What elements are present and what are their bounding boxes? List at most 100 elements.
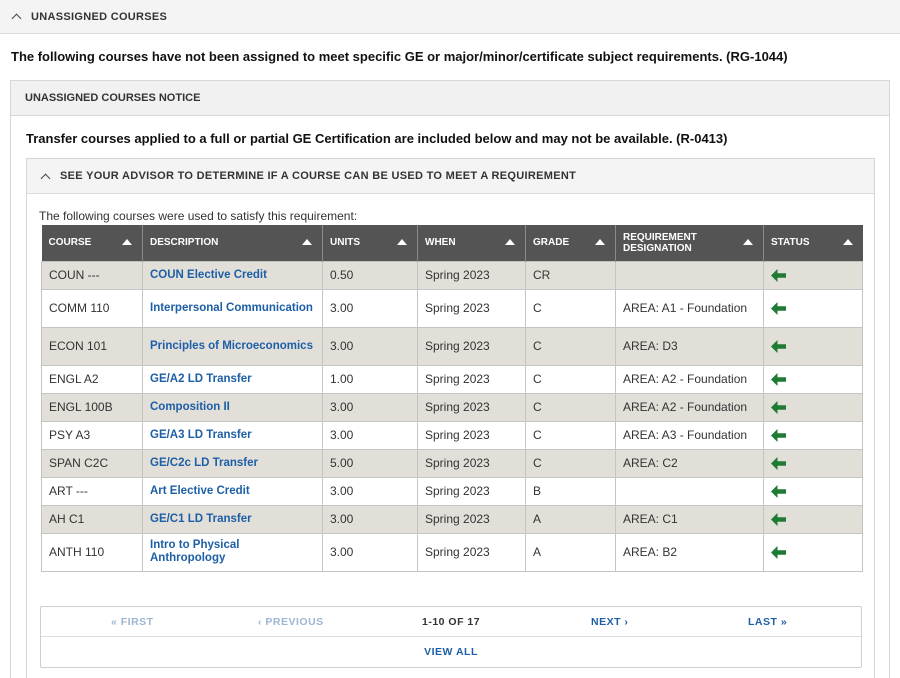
sort-ascending-icon (842, 239, 853, 245)
table-row: ECON 101 Principles of Microeconomics 3.00… (41, 326, 863, 366)
course-cell: AH C1 (41, 504, 143, 534)
requirement-cell (615, 260, 764, 290)
sort-ascending-icon (743, 239, 753, 245)
requirement-cell: AREA: B2 (615, 532, 764, 572)
section-title: UNASSIGNED COURSES (31, 10, 168, 23)
column-header-grade[interactable]: GRADE (525, 225, 616, 261)
course-cell: ECON 101 (41, 326, 143, 366)
table-row: ANTH 110 Intro to Physical Anthropology 3.… (41, 532, 863, 572)
grade-cell: A (525, 504, 616, 534)
status-cell (763, 288, 863, 328)
requirement-cell (615, 476, 764, 506)
when-cell: Spring 2023 (417, 532, 526, 572)
left-arrow-icon (771, 301, 786, 315)
when-cell: Spring 2023 (417, 504, 526, 534)
when-cell: Spring 2023 (417, 392, 526, 422)
when-cell: Spring 2023 (417, 364, 526, 394)
column-header-status[interactable]: STATUS (763, 225, 863, 261)
when-cell: Spring 2023 (417, 420, 526, 450)
status-cell (763, 476, 863, 506)
previous-page-link[interactable]: ‹ PREVIOUS (258, 616, 324, 628)
course-cell: ART --- (41, 476, 143, 506)
description-link[interactable]: GE/C1 LD Transfer (142, 504, 323, 534)
requirement-cell: AREA: A2 - Foundation (615, 364, 764, 394)
grade-cell: C (525, 364, 616, 394)
notice-text: Transfer courses applied to a full or pa… (26, 131, 728, 146)
course-cell: SPAN C2C (41, 448, 143, 478)
status-cell (763, 260, 863, 290)
description-link[interactable]: Intro to Physical Anthropology (142, 532, 323, 572)
table-header-row: COURSE DESCRIPTION UNITS WHEN GRADE REQU… (41, 225, 863, 261)
description-link[interactable]: GE/A3 LD Transfer (142, 420, 323, 450)
requirement-cell: AREA: A2 - Foundation (615, 392, 764, 422)
last-page-link[interactable]: LAST » (748, 616, 787, 628)
grade-cell: A (525, 532, 616, 572)
used-courses-text: The following courses were used to satis… (39, 209, 358, 223)
description-link[interactable]: GE/C2c LD Transfer (142, 448, 323, 478)
chevron-up-icon (11, 13, 22, 24)
table-row: ENGL A2 GE/A2 LD Transfer 1.00 Spring 2023 C… (41, 364, 863, 394)
units-cell: 1.00 (322, 364, 418, 394)
column-header-when[interactable]: WHEN (417, 225, 526, 261)
units-cell: 0.50 (322, 260, 418, 290)
left-arrow-icon (771, 268, 786, 282)
sort-ascending-icon (302, 239, 312, 245)
requirement-cell: AREA: D3 (615, 326, 764, 366)
next-page-link[interactable]: NEXT › (591, 616, 628, 628)
left-arrow-icon (771, 428, 786, 442)
units-cell: 3.00 (322, 326, 418, 366)
column-header-requirement[interactable]: REQUIREMENT DESIGNATION (615, 225, 764, 261)
grade-cell: B (525, 476, 616, 506)
when-cell: Spring 2023 (417, 448, 526, 478)
description-link[interactable]: Interpersonal Communication (142, 288, 323, 328)
advisor-section-header[interactable]: SEE YOUR ADVISOR TO DETERMINE IF A COURS… (27, 159, 874, 194)
chevron-up-icon (40, 173, 51, 183)
units-cell: 3.00 (322, 504, 418, 534)
column-header-description[interactable]: DESCRIPTION (142, 225, 323, 261)
sort-ascending-icon (505, 239, 515, 245)
status-cell (763, 532, 863, 572)
description-link[interactable]: Principles of Microeconomics (142, 326, 323, 366)
course-cell: COMM 110 (41, 288, 143, 328)
requirement-cell: AREA: A3 - Foundation (615, 420, 764, 450)
grade-cell: C (525, 326, 616, 366)
advisor-section-title: SEE YOUR ADVISOR TO DETERMINE IF A COURS… (60, 170, 577, 182)
when-cell: Spring 2023 (417, 260, 526, 290)
when-cell: Spring 2023 (417, 288, 526, 328)
status-cell (763, 364, 863, 394)
units-cell: 3.00 (322, 532, 418, 572)
view-all-link[interactable]: VIEW ALL (41, 646, 861, 658)
status-cell (763, 448, 863, 478)
requirement-cell: AREA: A1 - Foundation (615, 288, 764, 328)
status-cell (763, 420, 863, 450)
page-count: 1-10 OF 17 (422, 616, 481, 628)
units-cell: 3.00 (322, 420, 418, 450)
course-cell: PSY A3 (41, 420, 143, 450)
sort-ascending-icon (595, 239, 605, 245)
status-cell (763, 326, 863, 366)
status-cell (763, 392, 863, 422)
left-arrow-icon (771, 484, 786, 498)
first-page-link[interactable]: « FIRST (111, 616, 154, 628)
left-arrow-icon (771, 545, 786, 559)
description-link[interactable]: Art Elective Credit (142, 476, 323, 506)
grade-cell: C (525, 420, 616, 450)
course-cell: ENGL 100B (41, 392, 143, 422)
grade-cell: CR (525, 260, 616, 290)
when-cell: Spring 2023 (417, 476, 526, 506)
description-link[interactable]: Composition II (142, 392, 323, 422)
units-cell: 3.00 (322, 476, 418, 506)
unassigned-courses-header[interactable]: UNASSIGNED COURSES (0, 0, 900, 34)
notice-title: UNASSIGNED COURSES NOTICE (11, 81, 889, 116)
course-cell: COUN --- (41, 260, 143, 290)
requirement-cell: AREA: C2 (615, 448, 764, 478)
left-arrow-icon (771, 339, 786, 353)
unassigned-courses-notice: UNASSIGNED COURSES NOTICE Transfer cours… (10, 80, 890, 678)
left-arrow-icon (771, 372, 786, 386)
column-header-course[interactable]: COURSE (41, 225, 143, 261)
column-header-units[interactable]: UNITS (322, 225, 418, 261)
intro-text: The following courses have not been assi… (11, 49, 788, 64)
description-link[interactable]: GE/A2 LD Transfer (142, 364, 323, 394)
left-arrow-icon (771, 456, 786, 470)
description-link[interactable]: COUN Elective Credit (142, 260, 323, 290)
